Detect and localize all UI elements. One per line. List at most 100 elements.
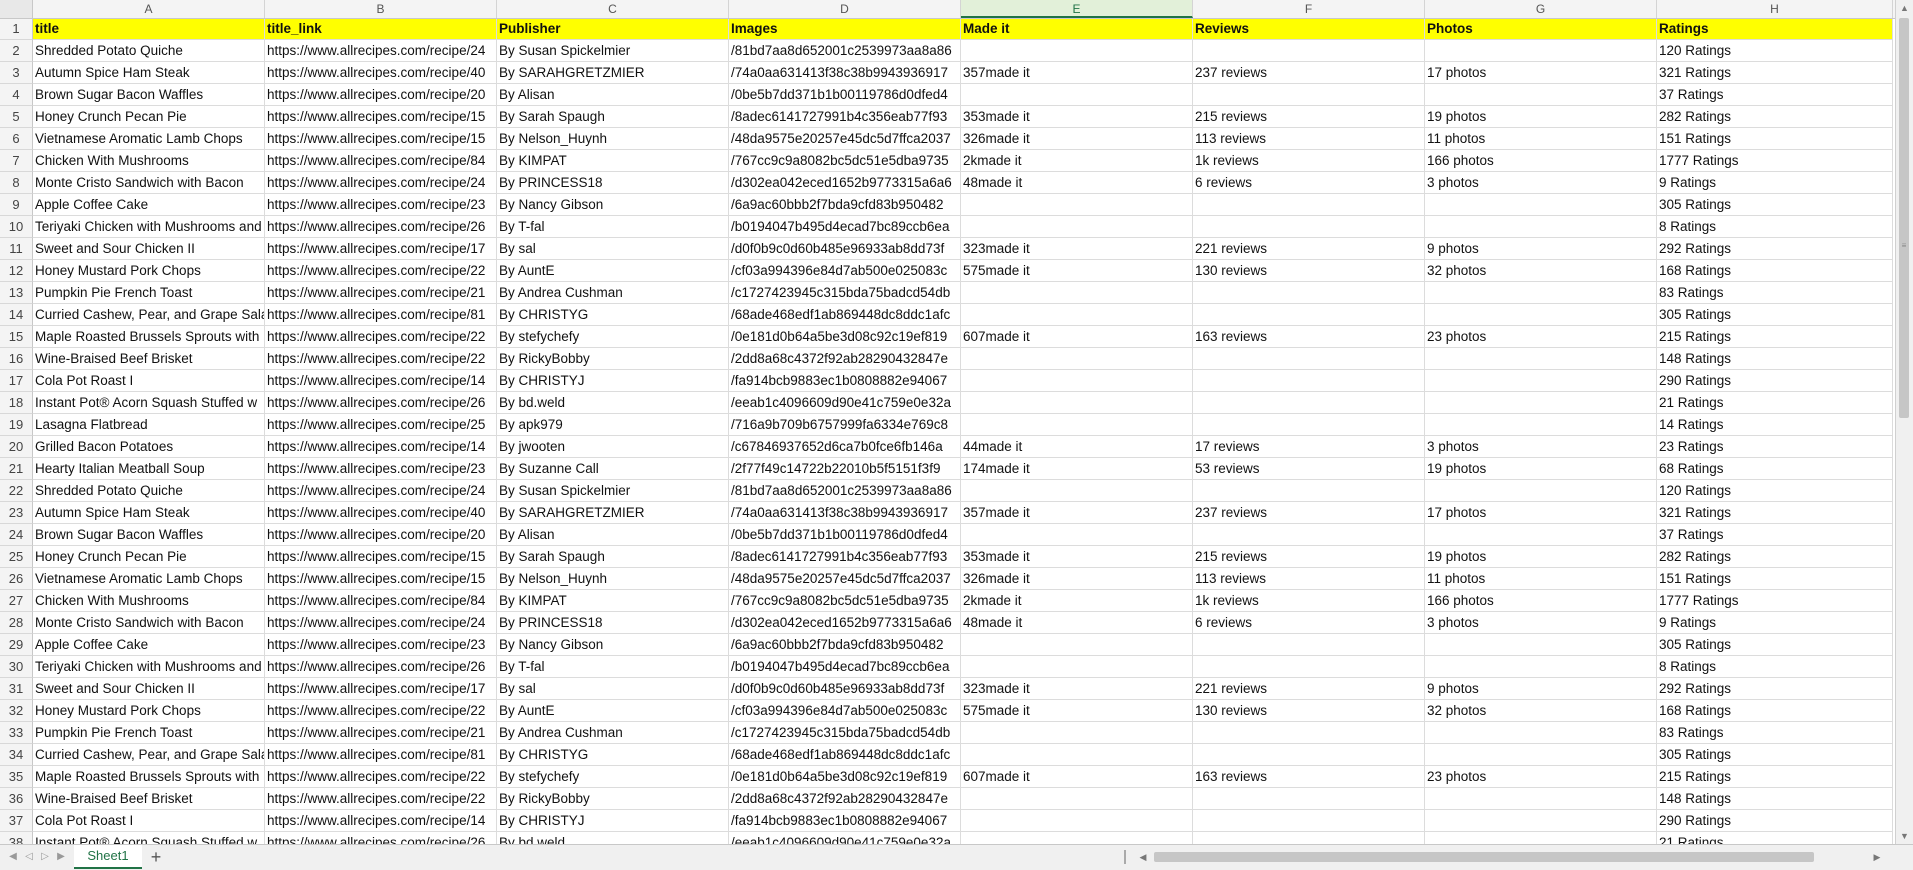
table-cell[interactable] [1193, 810, 1425, 832]
table-cell[interactable]: 326made it [961, 568, 1193, 590]
table-cell[interactable] [1425, 216, 1657, 238]
header-cell[interactable]: Ratings [1657, 18, 1893, 40]
row-number[interactable]: 31 [0, 678, 33, 700]
table-cell[interactable]: https://www.allrecipes.com/recipe/26 [265, 216, 497, 238]
table-cell[interactable]: By Nancy Gibson [497, 194, 729, 216]
table-cell[interactable]: 1777 Ratings [1657, 590, 1893, 612]
row-number[interactable]: 13 [0, 282, 33, 304]
table-cell[interactable]: By SARAHGRETZMIER [497, 62, 729, 84]
table-cell[interactable]: https://www.allrecipes.com/recipe/26 [265, 656, 497, 678]
table-cell[interactable] [1425, 84, 1657, 106]
table-cell[interactable]: By stefychefy [497, 766, 729, 788]
table-cell[interactable]: https://www.allrecipes.com/recipe/22 [265, 326, 497, 348]
table-cell[interactable] [1425, 832, 1657, 844]
table-cell[interactable] [961, 304, 1193, 326]
table-cell[interactable]: 3 photos [1425, 436, 1657, 458]
table-cell[interactable]: /cf03a994396e84d7ab500e025083c [729, 260, 961, 282]
row-number[interactable]: 16 [0, 348, 33, 370]
table-cell[interactable]: /81bd7aa8d652001c2539973aa8a86 [729, 480, 961, 502]
table-cell[interactable] [1193, 194, 1425, 216]
table-cell[interactable]: Pumpkin Pie French Toast [33, 722, 265, 744]
row-number[interactable]: 12 [0, 260, 33, 282]
table-cell[interactable]: https://www.allrecipes.com/recipe/21 [265, 282, 497, 304]
table-cell[interactable]: 19 photos [1425, 106, 1657, 128]
table-cell[interactable]: /48da9575e20257e45dc5d7ffca2037 [729, 128, 961, 150]
table-cell[interactable]: 21 Ratings [1657, 392, 1893, 414]
table-cell[interactable] [961, 392, 1193, 414]
table-cell[interactable]: By sal [497, 678, 729, 700]
table-cell[interactable]: 17 photos [1425, 62, 1657, 84]
sheet-tab-sheet1[interactable]: Sheet1 [74, 845, 142, 869]
scroll-left-icon[interactable]: ◀ [1136, 849, 1150, 865]
row-number[interactable]: 11 [0, 238, 33, 260]
table-cell[interactable]: 237 reviews [1193, 502, 1425, 524]
table-cell[interactable]: By PRINCESS18 [497, 612, 729, 634]
table-cell[interactable]: /8adec6141727991b4c356eab77f93 [729, 106, 961, 128]
add-sheet-icon[interactable]: + [146, 847, 166, 867]
table-cell[interactable] [1193, 392, 1425, 414]
table-cell[interactable]: 292 Ratings [1657, 678, 1893, 700]
table-cell[interactable]: 575made it [961, 700, 1193, 722]
table-cell[interactable]: 2kmade it [961, 150, 1193, 172]
table-cell[interactable] [1425, 414, 1657, 436]
table-cell[interactable]: 113 reviews [1193, 128, 1425, 150]
table-cell[interactable]: By bd.weld [497, 392, 729, 414]
table-cell[interactable]: 11 photos [1425, 128, 1657, 150]
table-cell[interactable]: /0be5b7dd371b1b00119786d0dfed4 [729, 524, 961, 546]
row-number[interactable]: 25 [0, 546, 33, 568]
row-number[interactable]: 19 [0, 414, 33, 436]
table-cell[interactable]: 163 reviews [1193, 766, 1425, 788]
table-cell[interactable]: /81bd7aa8d652001c2539973aa8a86 [729, 40, 961, 62]
table-cell[interactable]: /cf03a994396e84d7ab500e025083c [729, 700, 961, 722]
table-cell[interactable] [1193, 348, 1425, 370]
table-cell[interactable]: https://www.allrecipes.com/recipe/17 [265, 678, 497, 700]
table-cell[interactable] [1193, 282, 1425, 304]
table-cell[interactable]: 6 reviews [1193, 172, 1425, 194]
header-cell[interactable]: Photos [1425, 18, 1657, 40]
table-cell[interactable]: 215 Ratings [1657, 326, 1893, 348]
table-cell[interactable]: 323made it [961, 238, 1193, 260]
table-cell[interactable]: By Susan Spickelmier [497, 480, 729, 502]
table-cell[interactable]: By CHRISTYG [497, 304, 729, 326]
table-cell[interactable]: https://www.allrecipes.com/recipe/23 [265, 634, 497, 656]
table-cell[interactable]: 174made it [961, 458, 1193, 480]
row-number[interactable]: 36 [0, 788, 33, 810]
table-cell[interactable] [961, 832, 1193, 844]
table-cell[interactable]: Sweet and Sour Chicken II [33, 238, 265, 260]
table-cell[interactable] [1193, 634, 1425, 656]
table-cell[interactable]: /6a9ac60bbb2f7bda9cfd83b950482 [729, 634, 961, 656]
table-cell[interactable]: /74a0aa631413f38c38b9943936917 [729, 502, 961, 524]
table-cell[interactable]: /d302ea042eced1652b9773315a6a6 [729, 612, 961, 634]
table-cell[interactable] [1425, 304, 1657, 326]
table-cell[interactable]: By AuntE [497, 260, 729, 282]
table-cell[interactable]: By KIMPAT [497, 590, 729, 612]
table-cell[interactable]: By Susan Spickelmier [497, 40, 729, 62]
table-cell[interactable]: https://www.allrecipes.com/recipe/17 [265, 238, 497, 260]
table-cell[interactable]: 8 Ratings [1657, 656, 1893, 678]
table-cell[interactable]: /b0194047b495d4ecad7bc89ccb6ea [729, 656, 961, 678]
row-number[interactable]: 10 [0, 216, 33, 238]
header-cell[interactable]: title [33, 18, 265, 40]
table-cell[interactable]: 17 reviews [1193, 436, 1425, 458]
table-cell[interactable] [961, 634, 1193, 656]
table-cell[interactable]: 607made it [961, 766, 1193, 788]
table-cell[interactable]: /2dd8a68c4372f92ab28290432847e [729, 348, 961, 370]
table-cell[interactable]: 221 reviews [1193, 678, 1425, 700]
table-cell[interactable]: 237 reviews [1193, 62, 1425, 84]
table-cell[interactable]: By Alisan [497, 524, 729, 546]
table-cell[interactable]: Honey Mustard Pork Chops [33, 700, 265, 722]
table-cell[interactable]: https://www.allrecipes.com/recipe/24 [265, 172, 497, 194]
table-cell[interactable]: 215 reviews [1193, 106, 1425, 128]
table-cell[interactable] [1193, 304, 1425, 326]
row-number[interactable]: 7 [0, 150, 33, 172]
table-cell[interactable] [1425, 282, 1657, 304]
table-cell[interactable]: 166 photos [1425, 150, 1657, 172]
row-number[interactable]: 20 [0, 436, 33, 458]
table-cell[interactable] [961, 722, 1193, 744]
prev-sheet-icon[interactable]: ◁ [22, 849, 36, 865]
table-cell[interactable]: 11 photos [1425, 568, 1657, 590]
row-number[interactable]: 2 [0, 40, 33, 62]
column-header-b[interactable]: B [265, 0, 497, 18]
row-number[interactable]: 24 [0, 524, 33, 546]
table-cell[interactable]: /b0194047b495d4ecad7bc89ccb6ea [729, 216, 961, 238]
